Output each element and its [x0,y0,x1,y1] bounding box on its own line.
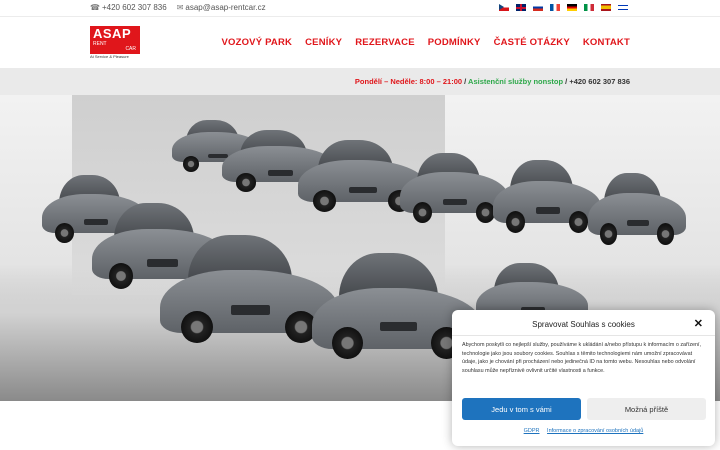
cookie-links: GDPR Informace o zpracování osobních úda… [452,428,715,434]
info-line: Pondělí – Neděle: 8:00 – 21:00 / Asisten… [355,77,630,86]
divider [452,335,715,336]
car-image [400,153,508,223]
logo-main: ASAP [93,26,132,41]
cookie-consent-dialog: Spravovat Souhlas s cookies ✕ Abychom po… [452,310,715,446]
envelope-icon: ✉ [176,3,184,12]
opening-hours: Pondělí – Neděle: 8:00 – 21:00 [354,77,463,86]
strip-phone[interactable]: +420 602 307 836 [569,77,630,86]
site-header: ASAP RENT CAR At Service & Pleasure VOZO… [0,18,720,68]
flag-it-icon[interactable] [584,4,594,11]
gdpr-link[interactable]: GDPR [524,428,540,434]
accept-cookies-button[interactable]: Jedu v tom s vámi [462,398,581,420]
assistance-text: Asistenční služby nonstop [468,77,564,86]
flag-es-icon[interactable] [601,4,611,11]
car-image [493,160,601,233]
nav-ceniky[interactable]: CENÍKY [305,37,342,48]
cookie-text: Abychom poskytli co nejlepší služby, pou… [462,342,702,374]
nav-kontakt[interactable]: KONTAKT [583,37,630,48]
logo-car: CAR [125,46,136,52]
top-phone[interactable]: ☎ +420 602 307 836 [90,3,167,12]
top-email-text: asap@asap-rentcar.cz [185,3,266,12]
logo-rent: RENT [93,41,107,47]
top-phone-text: +420 602 307 836 [101,3,167,12]
flag-he-icon[interactable] [618,4,628,11]
cookie-title: Spravovat Souhlas s cookies [532,320,635,329]
flag-cz-icon[interactable] [499,4,509,11]
flag-de-icon[interactable] [567,4,577,11]
phone-icon: ☎ [90,3,100,12]
privacy-link[interactable]: Informace o zpracování osobních údajů [547,428,643,434]
car-image [588,173,686,245]
preferences-button[interactable]: Možná příště [587,398,706,420]
top-contact: ☎ +420 602 307 836 ✉ asap@asap-rentcar.cz [90,3,266,12]
info-strip: Pondělí – Neděle: 8:00 – 21:00 / Asisten… [0,68,720,95]
close-icon[interactable]: ✕ [694,317,703,330]
language-switcher [499,4,628,11]
nav-caste-otazky[interactable]: ČASTÉ OTÁZKY [494,37,570,48]
top-email[interactable]: ✉ asap@asap-rentcar.cz [177,3,266,12]
nav-vozovy-park[interactable]: VOZOVÝ PARK [221,37,292,48]
top-bar: ☎ +420 602 307 836 ✉ asap@asap-rentcar.cz [0,0,720,17]
site-logo[interactable]: ASAP RENT CAR At Service & Pleasure [90,26,140,59]
flag-ru-icon[interactable] [533,4,543,11]
flag-en-icon[interactable] [516,4,526,11]
main-nav: VOZOVÝ PARK CENÍKY REZERVACE PODMÍNKY ČA… [221,37,630,48]
nav-podminky[interactable]: PODMÍNKY [428,37,481,48]
logo-tagline: At Service & Pleasure [90,54,129,59]
flag-fr-icon[interactable] [550,4,560,11]
nav-rezervace[interactable]: REZERVACE [355,37,415,48]
